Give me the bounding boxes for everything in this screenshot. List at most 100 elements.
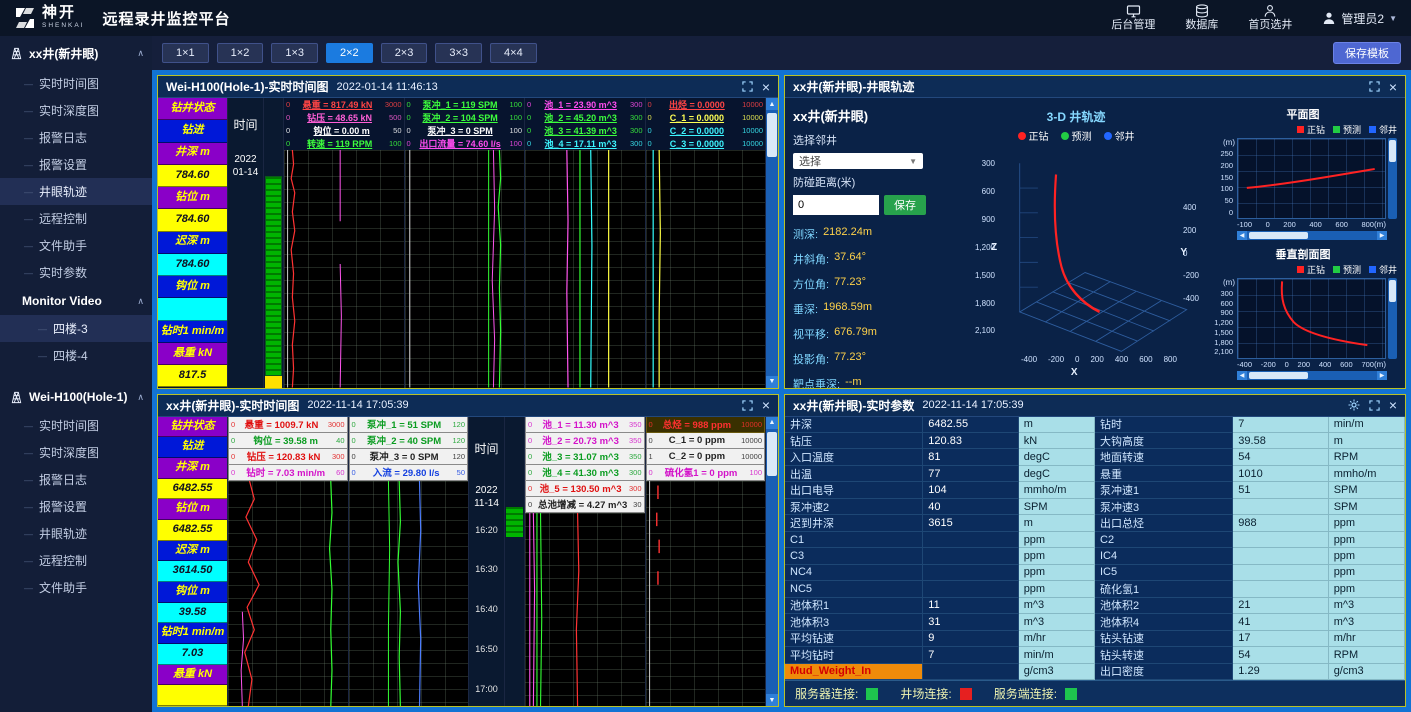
tick-label: 300	[1220, 289, 1233, 298]
trajectory-stat: 方位角:77.23°	[793, 276, 943, 292]
layout-button-2[interactable]: 1×3	[271, 43, 318, 63]
curve-header: 0入流 = 29.80 l/s50	[349, 465, 469, 481]
close-icon[interactable]: ×	[1389, 80, 1397, 94]
param-unit: m^3	[1329, 598, 1405, 614]
trajectory-stat: 测深:2182.24m	[793, 226, 943, 242]
trajectory-3d-title: 3-D 井轨迹	[1047, 108, 1106, 125]
scroll-down-icon[interactable]: ▼	[766, 376, 778, 388]
sidebar-item[interactable]: 报警设置	[0, 493, 152, 520]
user-menu[interactable]: 管理员2 ▼	[1322, 10, 1397, 27]
layout-button-5[interactable]: 3×3	[435, 43, 482, 63]
gear-icon[interactable]	[1348, 399, 1360, 411]
sidebar-item[interactable]: 井眼轨迹	[0, 178, 152, 205]
close-icon[interactable]: ×	[1389, 398, 1397, 412]
expand-icon[interactable]	[742, 81, 753, 92]
expand-icon[interactable]	[1369, 81, 1380, 92]
curve-header: 0池_4 = 41.30 m^3300	[525, 465, 645, 481]
param-unit: m	[1019, 417, 1095, 433]
param-unit: ppm	[1019, 565, 1095, 581]
sidebar-item[interactable]: 实时深度图	[0, 97, 152, 124]
nav-admin[interactable]: 后台管理	[1111, 5, 1155, 31]
time-column-header: 时间	[469, 417, 504, 481]
plan-vertical-scrollbar[interactable]	[1388, 138, 1397, 219]
param-value: 120.83	[923, 433, 1018, 449]
layout-buttons: 1×1 1×2 1×3 2×2 2×3 3×3 4×4	[162, 43, 537, 63]
status-label: 服务器连接:	[795, 685, 858, 702]
close-icon[interactable]: ×	[762, 398, 770, 412]
sidebar-item[interactable]: 报警日志	[0, 124, 152, 151]
main-area: 1×11×21×32×22×33×34×4 保存模板 Wei-H100(Hole…	[152, 36, 1411, 712]
tick-label: -200	[1048, 355, 1064, 364]
track-pumps: 0泵冲_1 = 51 SPM1200泵冲_2 = 40 SPM1200泵冲_3 …	[349, 417, 470, 707]
brand-logo: 神开 SHENKAI	[14, 6, 85, 30]
layout-button-4[interactable]: 2×3	[381, 43, 428, 63]
tick-label: 200	[1090, 355, 1103, 364]
curve-header: 0C_1 = 0 ppm10000	[646, 433, 766, 449]
expand-icon[interactable]	[1369, 400, 1380, 411]
save-distance-button[interactable]: 保存	[884, 195, 926, 215]
param-name: 入口温度	[785, 449, 923, 465]
param-name: 平均钻速	[785, 631, 923, 647]
time-column: 时间 202201-14	[228, 98, 264, 388]
x-axis-label: X	[1071, 367, 1078, 378]
sidebar-item[interactable]: 实时深度图	[0, 439, 152, 466]
sidebar-item[interactable]: 井眼轨迹	[0, 520, 152, 547]
layout-button-1[interactable]: 1×2	[217, 43, 264, 63]
section-vertical-scrollbar[interactable]	[1388, 278, 1397, 359]
sidebar-item[interactable]: 远程控制	[0, 205, 152, 232]
param-value	[923, 664, 1018, 680]
layout-button-0[interactable]: 1×1	[162, 43, 209, 63]
legend-swatch-icon	[1333, 266, 1340, 273]
param-name: IC5	[1095, 565, 1233, 581]
sidebar-item[interactable]: 报警设置	[0, 151, 152, 178]
curve-header: 0钻压 = 120.83 kN300	[228, 449, 348, 465]
sidebar-item[interactable]: 文件助手	[0, 232, 152, 259]
close-icon[interactable]: ×	[762, 80, 770, 94]
track-pits: 0池_1 = 11.30 m^33500池_2 = 20.73 m^33500池…	[525, 417, 646, 707]
tick-label: 2,100	[1214, 347, 1233, 356]
sidebar-item[interactable]: 四楼-4	[0, 342, 152, 369]
panel-vertical-scrollbar[interactable]: ▲ ▼	[766, 417, 778, 707]
sidebar-monitor-video[interactable]: Monitor Video ∧	[0, 286, 152, 315]
plan-horizontal-scrollbar[interactable]: ◀▶	[1237, 231, 1387, 240]
param-unit: degC	[1019, 466, 1095, 482]
sidebar-item[interactable]: 远程控制	[0, 547, 152, 574]
nav-database[interactable]: 数据库	[1185, 4, 1218, 31]
logo-text: 神开	[42, 6, 85, 21]
tick-label: 0	[1266, 220, 1270, 229]
curve-header: 0池_2 = 20.73 m^3350	[525, 433, 645, 449]
legend-swatch-icon	[1297, 126, 1304, 133]
scroll-up-icon[interactable]: ▲	[766, 98, 778, 110]
panel-vertical-scrollbar[interactable]: ▲ ▼	[766, 98, 778, 388]
sidebar-item[interactable]: 四楼-3	[0, 315, 152, 342]
curve-header: 0钻压 = 48.65 kN500	[284, 111, 404, 124]
sidebar-item[interactable]: 文件助手	[0, 574, 152, 601]
panel-titlebar: xx井(新井眼)-井眼轨迹 ×	[785, 76, 1405, 98]
save-template-button[interactable]: 保存模板	[1333, 42, 1401, 64]
expand-icon[interactable]	[742, 400, 753, 411]
param-name: 钻头转速	[1095, 647, 1233, 663]
layout-button-6[interactable]: 4×4	[490, 43, 537, 63]
sidebar-well-1[interactable]: xx井(新井眼) ∧	[0, 36, 152, 70]
app-root: 神开 SHENKAI 远程录井监控平台 后台管理 数据库 首页选井 管理员2 ▼	[0, 0, 1411, 712]
nav-home-well-select[interactable]: 首页选井	[1248, 4, 1292, 31]
time-column-date: 202201-14	[228, 150, 263, 182]
scroll-up-icon[interactable]: ▲	[766, 417, 778, 429]
app-title: 远程录井监控平台	[103, 8, 231, 29]
sidebar-item[interactable]: 实时参数	[0, 259, 152, 286]
layout-button-3[interactable]: 2×2	[326, 43, 373, 63]
sidebar-well-2[interactable]: Wei-H100(Hole-1) ∧	[0, 381, 152, 412]
collision-distance-input[interactable]	[793, 195, 879, 215]
param-name: C3	[785, 548, 923, 564]
sidebar-item[interactable]: 实时时间图	[0, 412, 152, 439]
param-cell: 悬重 kN	[158, 343, 227, 365]
scrollbar-thumb[interactable]	[767, 432, 777, 476]
curve-header: 0泵冲_3 = 0 SPM120	[349, 449, 469, 465]
scroll-down-icon[interactable]: ▼	[766, 694, 778, 706]
section-horizontal-scrollbar[interactable]: ◀▶	[1237, 371, 1387, 380]
sidebar-item[interactable]: 报警日志	[0, 466, 152, 493]
neighbor-well-select[interactable]: 选择 ▼	[793, 153, 923, 169]
param-unit: mmho/m	[1329, 466, 1405, 482]
sidebar-item[interactable]: 实时时间图	[0, 70, 152, 97]
scrollbar-thumb[interactable]	[767, 113, 777, 157]
